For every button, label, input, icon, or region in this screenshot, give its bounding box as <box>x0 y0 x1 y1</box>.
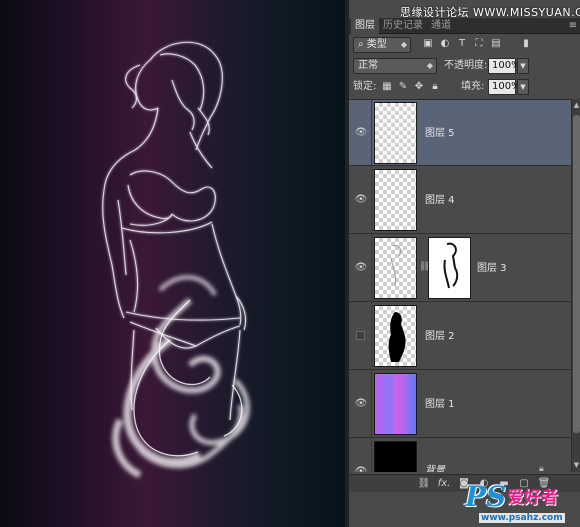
layer-row[interactable]: 👁︎ ⛓︎ 图层 3 <box>349 234 571 302</box>
layer-row[interactable]: 👁︎ 图层 4 <box>349 166 571 234</box>
eye-icon[interactable]: 👁︎ <box>354 261 368 275</box>
layer-row[interactable]: 图层 2 <box>349 302 571 370</box>
layer-thumbnail <box>374 305 417 367</box>
scroll-up-icon[interactable]: ▲ <box>572 101 580 109</box>
visibility-toggle-off[interactable] <box>356 331 365 340</box>
layer-thumbnail <box>374 373 417 435</box>
scroll-thumb[interactable] <box>573 115 580 433</box>
lock-brush-icon[interactable]: ✎ <box>397 79 409 95</box>
divider <box>371 234 372 301</box>
image-filter-icon[interactable]: ▣ <box>421 37 435 51</box>
site-watermark-bottom: PS 爱好者 www.psahz.com <box>465 482 580 527</box>
chevron-down-icon: ◆ <box>400 40 407 49</box>
fx-icon[interactable]: fx. <box>437 477 451 491</box>
smart-object-filter-icon[interactable]: ▤ <box>489 37 503 51</box>
mask-figure-icon <box>443 242 459 289</box>
layer-thumbnail <box>374 169 417 231</box>
eye-icon[interactable]: 👁︎ <box>354 397 368 411</box>
panel-tab-bar: 图层 历史记录 通道 ≡ <box>349 18 580 34</box>
tab-layers[interactable]: 图层 <box>351 18 379 34</box>
link-layers-icon[interactable]: ⛓︎ <box>417 477 431 491</box>
figure-thumbnail-icon <box>390 245 402 287</box>
divider <box>371 166 372 233</box>
layer-name[interactable]: 图层 3 <box>477 263 507 275</box>
toggle-filter-icon[interactable]: ▮ <box>519 37 533 51</box>
layer-thumbnail <box>374 237 417 299</box>
layer-name[interactable]: 背景 <box>425 465 445 472</box>
lock-move-icon[interactable]: ✥ <box>413 79 425 95</box>
watermark-cn-text: 爱好者 <box>507 488 558 508</box>
tab-channels[interactable]: 通道 <box>427 18 455 34</box>
tab-history[interactable]: 历史记录 <box>379 18 427 34</box>
type-filter-icon[interactable]: T <box>455 37 469 51</box>
layer-row[interactable]: 👁︎ 图层 5 <box>349 100 571 166</box>
filter-row: ⌕ 类型 ◆ ▣ ◐ T ⛶ ▤ ▮ <box>349 37 580 53</box>
opacity-label: 不透明度: <box>444 60 488 71</box>
opacity-slider-button[interactable]: ▼ <box>517 58 529 74</box>
lock-label: 锁定: <box>353 81 377 92</box>
lock-icon: 🔒︎ <box>539 464 544 472</box>
layer-row[interactable]: 👁︎ 图层 1 <box>349 370 571 438</box>
layer-thumbnail <box>374 102 417 164</box>
watermark-url: www.psahz.com <box>479 513 565 523</box>
blend-mode-dropdown[interactable]: 正常 ◆ <box>353 58 437 74</box>
blend-row: 正常 ◆ 不透明度: 100% ▼ <box>349 58 580 74</box>
eye-icon[interactable]: 👁︎ <box>354 193 368 207</box>
layer-name[interactable]: 图层 4 <box>425 195 455 207</box>
panel-menu-icon[interactable]: ≡ <box>569 20 577 31</box>
chevron-down-icon: ◆ <box>426 61 433 70</box>
lock-row: 锁定: ▦ ✎ ✥ 🔒︎ 填充: 100% ▼ <box>349 79 580 95</box>
shape-filter-icon[interactable]: ⛶ <box>472 37 486 51</box>
search-icon: ⌕ <box>358 39 367 50</box>
layer-name[interactable]: 图层 5 <box>425 128 455 140</box>
layer-row[interactable]: 👁︎ 背景 🔒︎ <box>349 438 571 472</box>
eye-icon[interactable]: 👁︎ <box>354 465 368 472</box>
layers-list: 👁︎ 图层 5 👁︎ 图层 4 👁︎ ⛓︎ 图层 3 图层 2 👁︎ 图层 1 … <box>349 99 571 472</box>
opacity-input[interactable]: 100% <box>488 58 521 74</box>
divider <box>371 438 372 472</box>
silhouette-icon <box>388 312 406 362</box>
layers-panel: 图层 历史记录 通道 ≡ ⌕ 类型 ◆ ▣ ◐ T ⛶ ▤ ▮ 正常 ◆ 不透明… <box>348 0 580 527</box>
blend-mode-value: 正常 <box>358 60 378 71</box>
divider <box>371 370 372 437</box>
fill-label: 填充: <box>461 81 485 92</box>
adjustment-filter-icon[interactable]: ◐ <box>438 37 452 51</box>
fill-slider-button[interactable]: ▼ <box>517 79 529 95</box>
lock-all-icon[interactable]: 🔒︎ <box>429 79 441 95</box>
lock-transparent-icon[interactable]: ▦ <box>381 79 393 95</box>
artwork-figure <box>102 41 250 479</box>
filter-kind-dropdown[interactable]: ⌕ 类型 ◆ <box>353 37 411 53</box>
divider <box>371 302 372 369</box>
layer-mask-thumbnail[interactable] <box>428 237 471 299</box>
filter-kind-label: 类型 <box>366 39 387 50</box>
fill-input[interactable]: 100% <box>488 79 521 95</box>
watermark-ps-logo: PS <box>465 480 507 513</box>
scroll-down-icon[interactable]: ▼ <box>572 461 580 469</box>
eye-icon[interactable]: 👁︎ <box>354 126 368 140</box>
divider <box>371 100 372 165</box>
document-canvas[interactable] <box>0 0 347 527</box>
layer-name[interactable]: 图层 2 <box>425 331 455 343</box>
site-watermark-top: 思缘设计论坛 WWW.MISSYUAN.COM <box>400 6 580 19</box>
layer-name[interactable]: 图层 1 <box>425 399 455 411</box>
layer-thumbnail <box>374 441 417 472</box>
layers-scrollbar[interactable]: ▲ ▼ <box>571 99 580 472</box>
